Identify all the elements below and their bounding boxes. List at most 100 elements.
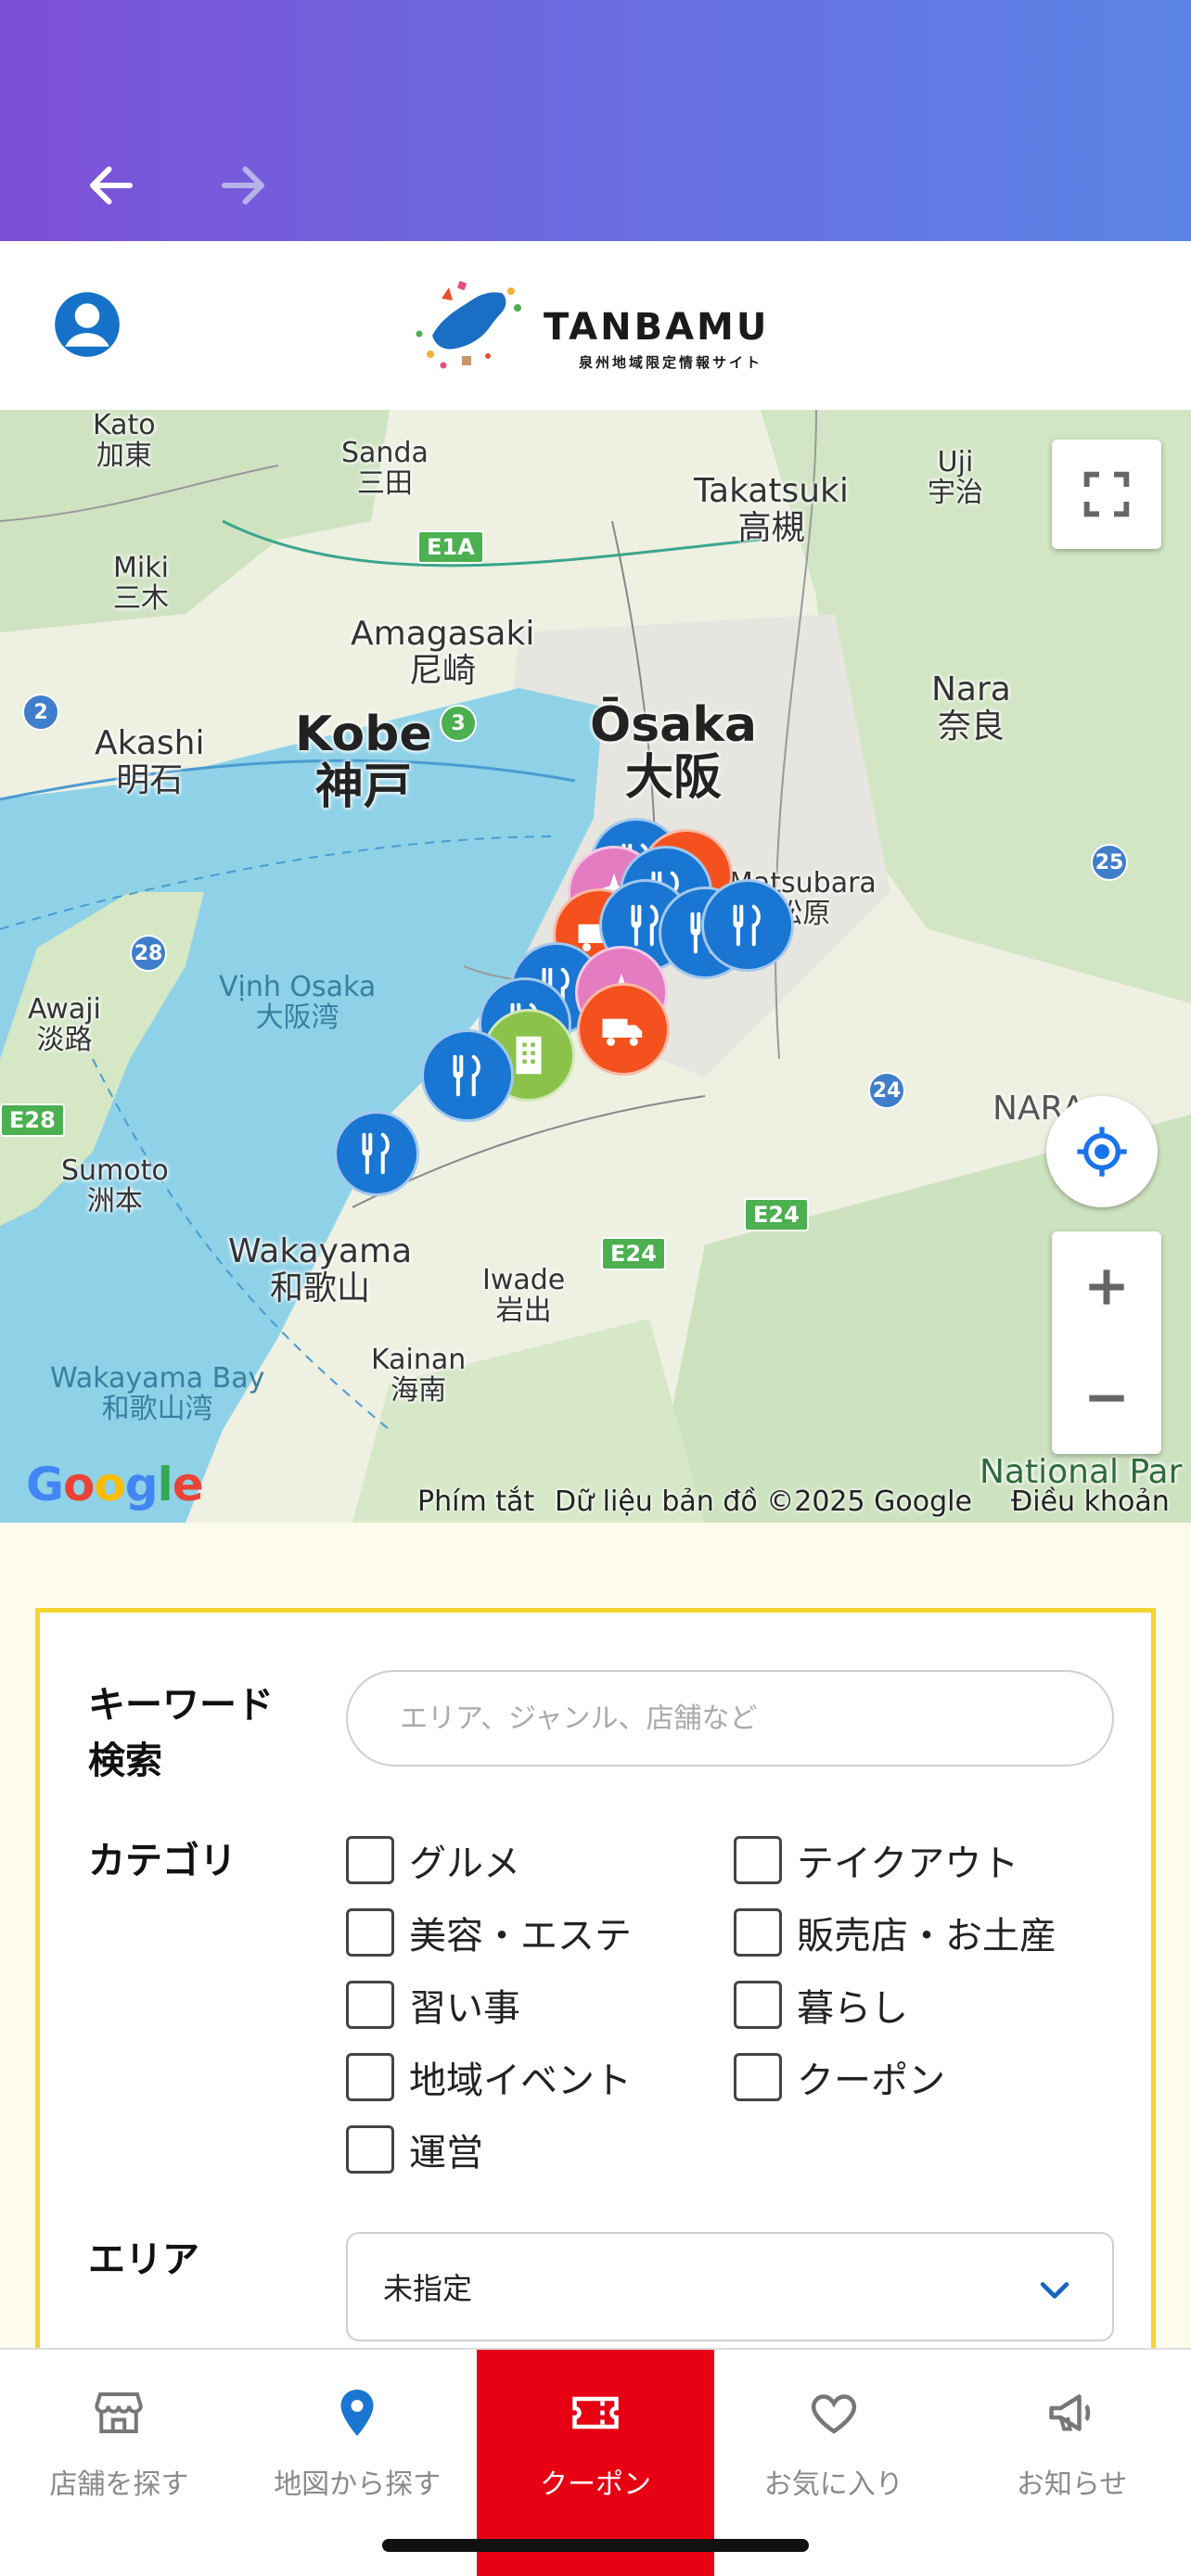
map-label-text: Nara 奈良 bbox=[931, 670, 1011, 746]
map-label-text: Vịnh Osaka 大阪湾 bbox=[219, 971, 377, 1034]
map-label-text: Ōsaka 大阪 bbox=[590, 697, 757, 807]
category-checkbox-shop[interactable]: 販売店・お土産 bbox=[734, 1906, 1057, 1959]
map-label-akashi: Akashi 明石 bbox=[95, 725, 204, 798]
checkbox-label: 運営 bbox=[409, 2132, 483, 2174]
road-badge: E1A bbox=[417, 530, 484, 564]
map-label-text: Sumoto 洲本 bbox=[61, 1154, 169, 1218]
map-label-sanda: Sanda 三田 bbox=[341, 438, 429, 499]
google-logo: Google bbox=[26, 1458, 204, 1511]
map-view[interactable]: Kato 加東 Sanda 三田 Uji 宇治 Takatsuki 高槻 Mik… bbox=[0, 410, 1191, 1523]
checkbox-label: 販売店・お土産 bbox=[797, 1915, 1057, 1958]
category-checkbox-beauty[interactable]: 美容・エステ bbox=[346, 1906, 632, 1959]
checkbox-label: 暮らし bbox=[797, 1987, 908, 2030]
map-label-wakayama: Wakayama 和歌山 bbox=[228, 1233, 412, 1307]
heart-icon bbox=[811, 2394, 856, 2434]
keyboard-shortcuts-link[interactable]: Phím tắt bbox=[417, 1486, 534, 1518]
zoom-out-button[interactable] bbox=[1077, 1343, 1136, 1454]
site-header: TANBAMU 泉州地域限定情報サイト bbox=[0, 241, 1191, 410]
map-label-text: Kato 加東 bbox=[93, 410, 156, 472]
map-label-kato: Kato 加東 bbox=[93, 410, 156, 471]
area-select-value: 未指定 bbox=[383, 2271, 473, 2306]
truck-icon bbox=[602, 1018, 643, 1046]
map-label-text: Iwade 岩出 bbox=[482, 1264, 566, 1327]
checkbox-label: テイクアウト bbox=[797, 1843, 1019, 1885]
map-marker-gourmet[interactable] bbox=[421, 1029, 514, 1122]
browser-toolbar bbox=[0, 0, 1191, 241]
zoom-control bbox=[1052, 1231, 1161, 1454]
tab-label: 地図から探す bbox=[274, 2468, 442, 2501]
map-data-attribution: Dữ liệu bản đồ ©2025 Google bbox=[555, 1486, 972, 1518]
map-label-sumoto: Sumoto 洲本 bbox=[61, 1155, 169, 1217]
locate-me-button[interactable] bbox=[1046, 1096, 1158, 1207]
fullscreen-icon bbox=[1083, 471, 1130, 517]
route-badge: 2 bbox=[22, 694, 59, 731]
arrow-right-icon bbox=[222, 166, 264, 205]
checkbox[interactable] bbox=[734, 2053, 782, 2101]
checkbox[interactable] bbox=[346, 2053, 394, 2101]
category-checkbox-operation[interactable]: 運営 bbox=[346, 2123, 483, 2176]
map-label-osaka-bay: Vịnh Osaka 大阪湾 bbox=[219, 972, 376, 1033]
fork-knife-icon bbox=[453, 1054, 480, 1097]
checkbox[interactable] bbox=[346, 2125, 394, 2174]
checkbox[interactable] bbox=[734, 1908, 782, 1957]
crosshair-icon bbox=[1077, 1127, 1127, 1177]
checkbox-label: グルメ bbox=[409, 1843, 520, 1885]
map-label-text: Awaji 淡路 bbox=[28, 993, 101, 1056]
map-label-text: Sanda 三田 bbox=[341, 437, 429, 500]
site-logo[interactable]: TANBAMU 泉州地域限定情報サイト bbox=[404, 271, 794, 380]
plus-icon bbox=[1089, 1269, 1124, 1305]
area-select[interactable]: 未指定 bbox=[346, 2232, 1114, 2341]
map-marker-gourmet[interactable] bbox=[701, 879, 794, 972]
map-label-text: Kobe 神戸 bbox=[295, 707, 432, 816]
tab-notifications[interactable]: お知らせ bbox=[953, 2350, 1191, 2576]
megaphone-icon bbox=[1048, 2394, 1090, 2431]
checkbox-label: クーポン bbox=[797, 2060, 945, 2102]
map-marker-takeout[interactable] bbox=[577, 983, 670, 1076]
fullscreen-button[interactable] bbox=[1052, 440, 1161, 549]
map-label-text: Takatsuki 高槻 bbox=[694, 472, 849, 547]
category-checkbox-living[interactable]: 暮らし bbox=[734, 1978, 908, 2032]
back-button[interactable] bbox=[74, 148, 148, 223]
category-checkbox-takeout[interactable]: テイクアウト bbox=[734, 1833, 1018, 1887]
map-label-wakayama-bay: Wakayama Bay 和歌山湾 bbox=[50, 1363, 264, 1424]
checkbox[interactable] bbox=[734, 1836, 782, 1884]
forward-button[interactable] bbox=[206, 148, 280, 223]
zoom-in-button[interactable] bbox=[1077, 1231, 1136, 1343]
checkbox[interactable] bbox=[734, 1981, 782, 2029]
tab-label: お知らせ bbox=[1016, 2468, 1128, 2501]
route-badge: 28 bbox=[130, 935, 167, 972]
category-checkbox-coupon[interactable]: クーポン bbox=[734, 2050, 945, 2104]
coupon-icon bbox=[572, 2396, 619, 2429]
road-badge: E28 bbox=[0, 1103, 65, 1137]
checkbox[interactable] bbox=[346, 1836, 394, 1884]
map-label-kainan: Kainan 海南 bbox=[371, 1345, 466, 1406]
tab-label: お気に入り bbox=[763, 2468, 903, 2501]
map-marker-gourmet[interactable] bbox=[334, 1111, 419, 1196]
terms-link[interactable]: Điều khoản bbox=[1011, 1486, 1170, 1518]
tab-store-search[interactable]: 店舗を探す bbox=[0, 2350, 238, 2576]
map-label-text: Kainan 海南 bbox=[371, 1344, 467, 1407]
keyword-input[interactable] bbox=[346, 1670, 1114, 1766]
route-badge: 25 bbox=[1091, 844, 1128, 881]
map-label-text: Wakayama Bay 和歌山湾 bbox=[50, 1362, 265, 1425]
checkbox[interactable] bbox=[346, 1981, 394, 2029]
fork-knife-icon bbox=[362, 1132, 390, 1175]
checkbox[interactable] bbox=[346, 1908, 394, 1957]
map-label-uji: Uji 宇治 bbox=[928, 447, 983, 508]
map-pin-icon bbox=[340, 2390, 374, 2436]
fork-knife-icon bbox=[733, 904, 761, 947]
category-checkbox-gourmet[interactable]: グルメ bbox=[346, 1833, 520, 1887]
map-label-text: Amagasaki 尼崎 bbox=[351, 615, 535, 690]
category-checkbox-events[interactable]: 地域イベント bbox=[346, 2050, 632, 2104]
tab-label: 店舗を探す bbox=[49, 2468, 189, 2501]
account-button[interactable] bbox=[52, 289, 122, 360]
road-badge: E24 bbox=[601, 1237, 666, 1270]
category-label: カテゴリ bbox=[88, 1840, 237, 1882]
logo-subtitle: 泉州地域限定情報サイト bbox=[579, 354, 763, 371]
logo-title: TANBAMU bbox=[544, 306, 770, 349]
keyword-label: キーワード 検索 bbox=[88, 1684, 274, 1782]
user-circle-icon bbox=[55, 292, 120, 357]
road-badge: E24 bbox=[744, 1198, 809, 1231]
category-checkbox-lessons[interactable]: 習い事 bbox=[346, 1978, 520, 2032]
tab-label: クーポン bbox=[539, 2468, 651, 2501]
